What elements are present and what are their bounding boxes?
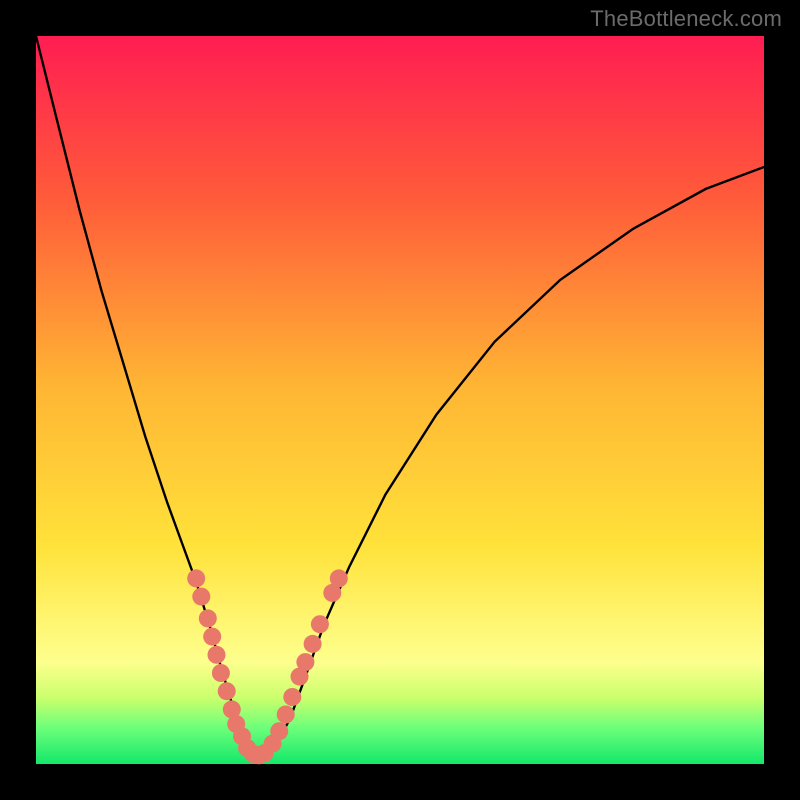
marker-dot: [277, 706, 295, 724]
marker-dot: [192, 588, 210, 606]
marker-dot: [270, 722, 288, 740]
marker-dot: [199, 609, 217, 627]
marker-dot: [311, 615, 329, 633]
marker-dot: [296, 653, 314, 671]
marker-dot: [330, 569, 348, 587]
marker-dot: [212, 664, 230, 682]
marker-dot: [283, 688, 301, 706]
markers-group: [187, 569, 348, 764]
watermark-text: TheBottleneck.com: [590, 6, 782, 32]
marker-dot: [187, 569, 205, 587]
marker-dot: [203, 628, 221, 646]
outer-frame: TheBottleneck.com: [0, 0, 800, 800]
chart-svg: [36, 36, 764, 764]
marker-dot: [208, 646, 226, 664]
marker-dot: [218, 682, 236, 700]
bottleneck-curve-path: [36, 36, 764, 755]
marker-dot: [304, 635, 322, 653]
